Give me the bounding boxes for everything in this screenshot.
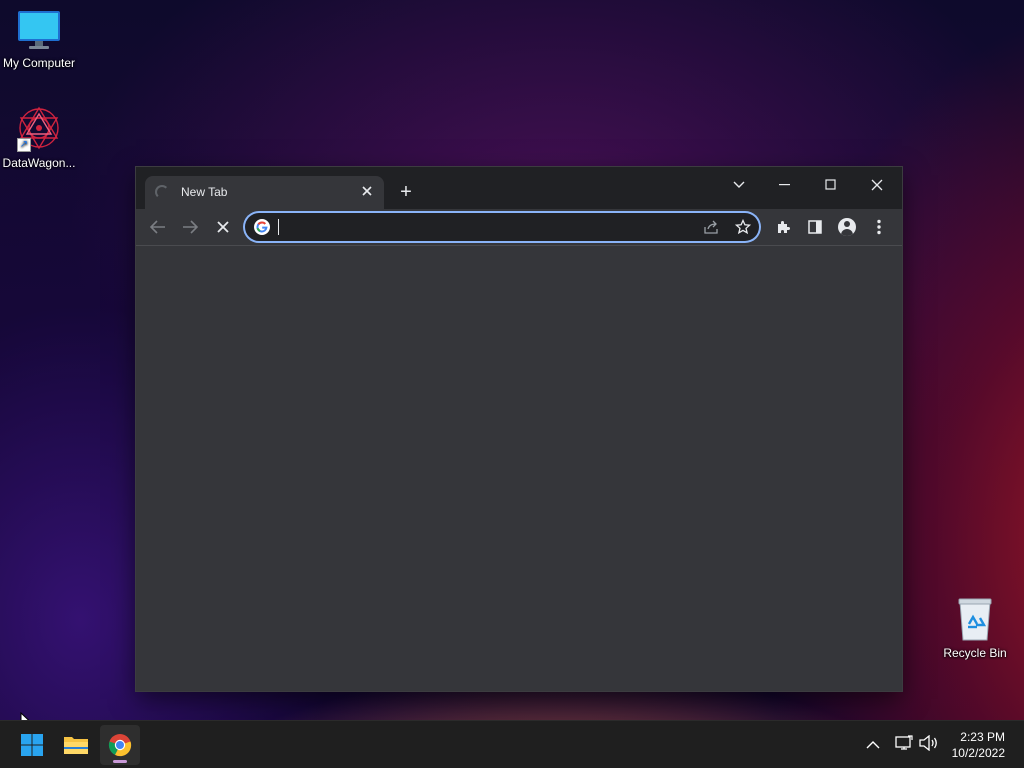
network-button[interactable]	[895, 735, 913, 753]
chevron-down-icon	[733, 181, 745, 188]
clock-time: 2:23 PM	[960, 730, 1005, 744]
start-button[interactable]	[12, 725, 52, 765]
volume-icon	[919, 734, 937, 752]
tray-overflow-button[interactable]	[866, 737, 884, 753]
minimize-icon	[779, 184, 790, 186]
share-icon	[704, 220, 718, 234]
desktop-icon-label: DataWagon...	[2, 156, 76, 170]
tab-search-button[interactable]	[716, 171, 762, 199]
taskbar-chrome[interactable]	[100, 725, 140, 765]
chrome-icon	[108, 734, 132, 757]
arrow-right-icon	[183, 220, 198, 234]
taskbar-file-explorer[interactable]	[56, 725, 96, 765]
chrome-menu-button[interactable]	[865, 213, 893, 241]
arrow-left-icon	[150, 220, 165, 234]
share-button[interactable]	[697, 213, 725, 241]
desktop-icon-recycle-bin[interactable]: Recycle Bin	[934, 596, 1016, 660]
new-tab-button[interactable]: +	[394, 181, 418, 205]
address-input[interactable]	[277, 217, 691, 239]
back-button[interactable]	[144, 213, 172, 241]
maximize-icon	[825, 179, 836, 190]
maximize-button[interactable]	[808, 171, 854, 199]
minimize-button[interactable]	[762, 171, 808, 199]
taskbar: 2:23 PM 10/2/2022	[0, 720, 1024, 768]
shortcut-arrow-icon: ↗	[17, 138, 31, 152]
bookmark-button[interactable]	[729, 213, 757, 241]
text-caret	[278, 219, 279, 235]
side-panel-icon	[808, 220, 822, 234]
active-app-indicator	[113, 760, 127, 763]
close-icon	[871, 179, 883, 191]
loading-spinner-icon	[155, 185, 169, 199]
clock-button[interactable]: 2:23 PM 10/2/2022	[944, 725, 1016, 765]
avatar-icon	[838, 218, 856, 236]
tab-close-button[interactable]	[359, 184, 375, 200]
close-window-button[interactable]	[854, 171, 900, 199]
recycle-bin-icon	[955, 596, 995, 642]
stop-loading-button[interactable]	[209, 213, 237, 241]
desktop-icon-my-computer[interactable]: My Computer	[0, 10, 80, 70]
file-explorer-icon	[64, 737, 88, 754]
network-icon	[895, 735, 913, 750]
browser-toolbar	[136, 209, 902, 246]
star-icon	[735, 219, 751, 235]
close-icon	[362, 186, 372, 196]
page-content[interactable]	[136, 246, 902, 691]
side-panel-button[interactable]	[801, 213, 829, 241]
chevron-up-icon	[866, 741, 880, 749]
start-icon	[21, 734, 43, 756]
close-icon	[217, 221, 229, 233]
puzzle-piece-icon	[778, 221, 790, 233]
address-bar[interactable]	[245, 213, 759, 241]
desktop-icon-datawagon[interactable]: ↗ DataWagon...	[0, 106, 80, 170]
volume-button[interactable]	[919, 734, 939, 753]
more-vertical-icon	[877, 219, 881, 235]
datawagon-icon: ↗	[15, 106, 63, 152]
tab-new-tab[interactable]: New Tab	[145, 176, 384, 209]
tab-title: New Tab	[181, 185, 228, 199]
monitor-icon	[17, 10, 61, 52]
extensions-button[interactable]	[769, 213, 797, 241]
desktop-icon-label: My Computer	[2, 56, 76, 70]
google-icon	[254, 219, 270, 235]
clock-date: 10/2/2022	[951, 746, 1005, 760]
tab-strip: New Tab +	[136, 167, 902, 209]
desktop-icon-label: Recycle Bin	[943, 646, 1007, 660]
profile-button[interactable]	[833, 213, 861, 241]
chrome-window: New Tab +	[136, 167, 902, 691]
forward-button[interactable]	[176, 213, 204, 241]
